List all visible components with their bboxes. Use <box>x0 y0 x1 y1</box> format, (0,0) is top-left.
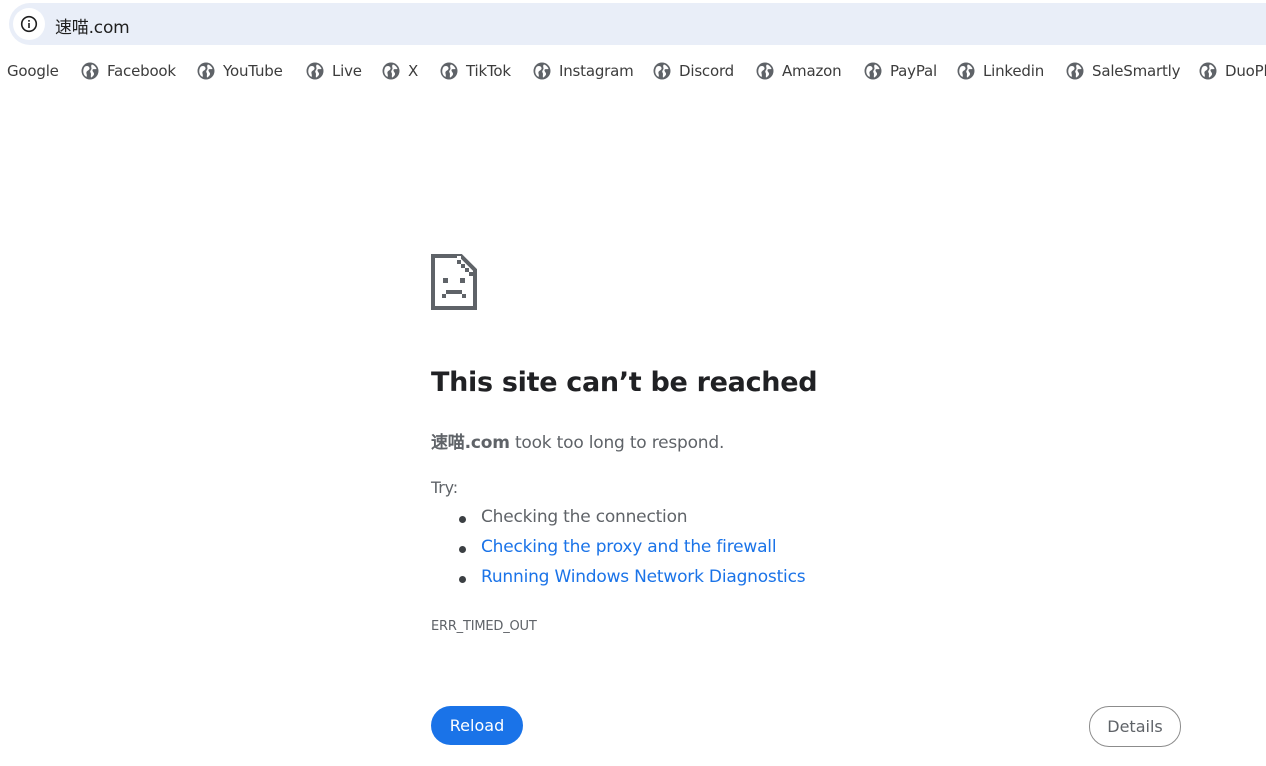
error-code: ERR_TIMED_OUT <box>431 619 537 634</box>
url-text[interactable]: 速喵.com <box>55 13 130 38</box>
bookmark-label: X <box>408 62 419 80</box>
bullet <box>459 576 466 583</box>
bookmark-google[interactable]: Google <box>7 52 59 90</box>
globe-icon <box>533 62 551 80</box>
globe-icon <box>1199 62 1217 80</box>
bookmark-label: SaleSmartly <box>1092 62 1181 80</box>
reload-button[interactable]: Reload <box>431 706 523 745</box>
suggestion-item: Checking the proxy and the firewall <box>459 537 777 557</box>
bookmark-linkedin[interactable]: Linkedin <box>957 52 1044 90</box>
bookmark-instagram[interactable]: Instagram <box>533 52 634 90</box>
error-description: 速喵.com took too long to respond. <box>431 428 724 453</box>
bullet <box>459 546 466 553</box>
bookmarks-bar: Google Facebook YouTube Live X TikTok In… <box>0 52 1266 90</box>
bookmark-label: Google <box>7 62 59 80</box>
globe-icon <box>1066 62 1084 80</box>
bookmark-label: Instagram <box>559 62 634 80</box>
bullet <box>459 516 466 523</box>
bookmark-amazon[interactable]: Amazon <box>756 52 842 90</box>
bookmark-paypal[interactable]: PayPal <box>864 52 937 90</box>
sad-page-icon <box>431 254 477 310</box>
bookmark-live[interactable]: Live <box>306 52 362 90</box>
suggestion-text: Checking the connection <box>481 507 688 527</box>
network-diagnostics-link[interactable]: Running Windows Network Diagnostics <box>481 567 806 587</box>
bookmark-salesmartly[interactable]: SaleSmartly <box>1066 52 1181 90</box>
bookmark-youtube[interactable]: YouTube <box>197 52 283 90</box>
globe-icon <box>440 62 458 80</box>
globe-icon <box>197 62 215 80</box>
globe-icon <box>756 62 774 80</box>
globe-icon <box>382 62 400 80</box>
bookmark-label: PayPal <box>890 62 937 80</box>
bookmark-tiktok[interactable]: TikTok <box>440 52 511 90</box>
bookmark-label: Live <box>332 62 362 80</box>
info-icon[interactable] <box>13 8 45 40</box>
bookmark-label: Discord <box>679 62 734 80</box>
bookmark-label: Amazon <box>782 62 842 80</box>
proxy-firewall-link[interactable]: Checking the proxy and the firewall <box>481 537 777 557</box>
bookmark-label: TikTok <box>466 62 511 80</box>
bookmark-label: Linkedin <box>983 62 1045 80</box>
bookmark-label: Facebook <box>107 62 176 80</box>
bookmark-facebook[interactable]: Facebook <box>81 52 176 90</box>
error-title: This site can’t be reached <box>431 367 818 398</box>
globe-icon <box>653 62 671 80</box>
bookmark-duopl[interactable]: DuoPl <box>1199 52 1266 90</box>
globe-icon <box>306 62 324 80</box>
globe-icon <box>864 62 882 80</box>
bookmark-x[interactable]: X <box>382 52 418 90</box>
try-label: Try: <box>431 478 458 497</box>
error-host: 速喵.com <box>431 433 510 453</box>
globe-icon <box>81 62 99 80</box>
globe-icon <box>957 62 975 80</box>
bookmark-label: YouTube <box>223 62 283 80</box>
bookmark-discord[interactable]: Discord <box>653 52 734 90</box>
bookmark-label: DuoPl <box>1225 62 1266 80</box>
suggestion-item: Running Windows Network Diagnostics <box>459 567 806 587</box>
suggestion-item: Checking the connection <box>459 507 688 527</box>
error-message: took too long to respond. <box>509 433 725 453</box>
details-button[interactable]: Details <box>1089 706 1181 747</box>
address-bar[interactable]: 速喵.com <box>9 3 1266 45</box>
